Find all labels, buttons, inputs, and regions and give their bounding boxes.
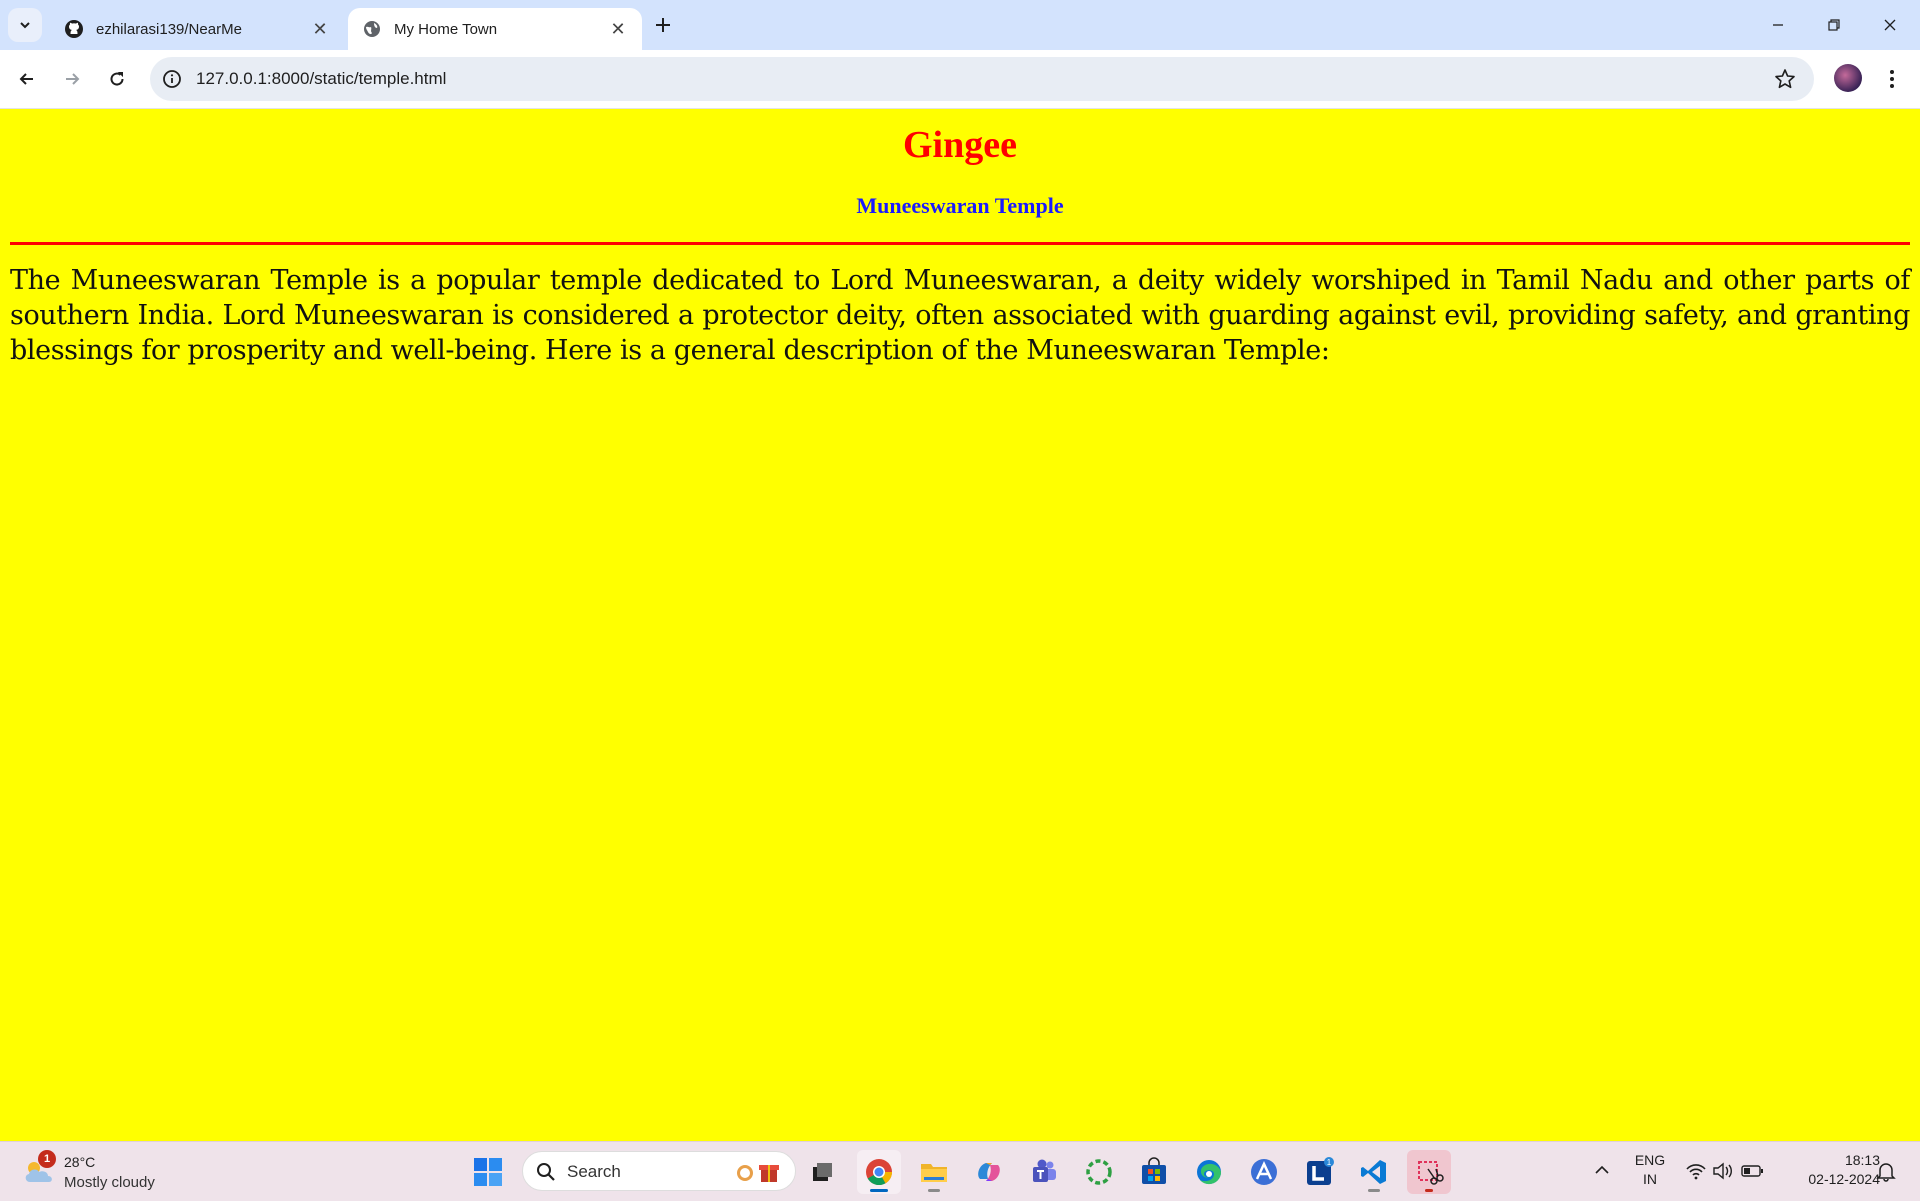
bookmark-star-icon[interactable]	[1774, 68, 1796, 90]
volume-icon	[1713, 1162, 1732, 1180]
chrome-icon	[866, 1159, 893, 1186]
search-label: Search	[567, 1162, 621, 1181]
arrow-right-icon	[66, 73, 80, 85]
weather-widget[interactable]: 1 28°C Mostly cloudy	[22, 1150, 172, 1194]
wifi-icon	[1686, 1164, 1706, 1180]
browser-toolbar: 127.0.0.1:8000/static/temple.html	[0, 50, 1920, 109]
task-view-button[interactable]	[800, 1150, 844, 1194]
loader-app-icon	[1086, 1159, 1112, 1185]
tab-search-button[interactable]	[8, 8, 42, 42]
microsoft-store-button[interactable]	[1132, 1150, 1176, 1194]
globe-icon	[362, 19, 382, 39]
task-view-icon	[813, 1163, 832, 1181]
active-indicator	[1425, 1189, 1433, 1192]
app-l-button[interactable]: 1	[1297, 1150, 1341, 1194]
tab-title: ezhilarasi139/NearMe	[96, 20, 242, 38]
weather-temperature: 28°C	[64, 1154, 96, 1170]
description-paragraph: The Muneeswaran Temple is a popular temp…	[10, 265, 1910, 366]
tab-github[interactable]: ezhilarasi139/NearMe ✕	[50, 8, 344, 50]
running-indicator	[928, 1189, 940, 1192]
new-tab-button[interactable]	[650, 12, 676, 38]
taskbar-search[interactable]: Search	[522, 1151, 796, 1191]
tab-my-home-town[interactable]: My Home Town ✕	[348, 8, 642, 50]
system-clock[interactable]: 18:13 02-12-2024	[1780, 1151, 1880, 1189]
url-text[interactable]: 127.0.0.1:8000/static/temple.html	[196, 69, 446, 89]
profile-avatar[interactable]	[1834, 64, 1862, 92]
weather-badge: 1	[38, 1150, 56, 1168]
taskbar: 1 28°C Mostly cloudy Search 1 ENG IN 18:…	[0, 1141, 1920, 1201]
forward-button[interactable]	[55, 62, 89, 96]
battery-icon	[1741, 1165, 1763, 1177]
page-title: Gingee	[903, 124, 1017, 166]
language-line-1: ENG	[1634, 1152, 1666, 1168]
close-icon[interactable]: ✕	[310, 19, 330, 39]
github-icon	[64, 19, 84, 39]
vscode-button[interactable]	[1352, 1150, 1396, 1194]
reload-button[interactable]	[100, 62, 134, 96]
copilot-button[interactable]	[967, 1150, 1011, 1194]
teams-icon	[1033, 1159, 1056, 1182]
file-explorer-icon	[921, 1164, 947, 1182]
language-indicator[interactable]: ENG IN	[1630, 1151, 1670, 1189]
chevron-up-icon[interactable]	[1592, 1160, 1612, 1180]
app-l-icon: 1	[1307, 1157, 1334, 1185]
running-indicator	[1368, 1189, 1380, 1192]
snipping-tool-button[interactable]	[1407, 1150, 1451, 1194]
snipping-tool-icon	[1418, 1161, 1444, 1185]
clock-time: 18:13	[1844, 1152, 1880, 1168]
minimize-button[interactable]	[1750, 0, 1806, 50]
restore-icon	[1828, 19, 1840, 31]
search-highlight-icon	[737, 1165, 779, 1182]
active-indicator	[870, 1189, 888, 1192]
plus-icon	[656, 18, 670, 32]
app-a-button[interactable]	[1242, 1150, 1286, 1194]
minimize-icon	[1773, 24, 1783, 26]
edge-icon	[1197, 1160, 1222, 1185]
more-menu-icon[interactable]	[1882, 64, 1902, 94]
svg-text:1: 1	[1327, 1158, 1332, 1167]
system-tray[interactable]	[1684, 1160, 1774, 1182]
file-explorer-button[interactable]	[912, 1150, 956, 1194]
restore-button[interactable]	[1806, 0, 1862, 50]
notification-bell-icon[interactable]	[1876, 1160, 1896, 1182]
page-subtitle: Muneeswaran Temple	[856, 193, 1064, 218]
close-window-button[interactable]	[1862, 0, 1918, 50]
app-a-icon	[1251, 1159, 1277, 1185]
tab-strip: ezhilarasi139/NearMe ✕ My Home Town ✕	[0, 0, 1920, 50]
vscode-icon	[1361, 1160, 1386, 1184]
windows-start-icon[interactable]	[472, 1156, 504, 1188]
loader-app-button[interactable]	[1077, 1150, 1121, 1194]
address-bar[interactable]: 127.0.0.1:8000/static/temple.html	[150, 57, 1814, 101]
arrow-left-icon	[19, 73, 33, 85]
language-line-2: IN	[1643, 1171, 1657, 1187]
clock-date: 02-12-2024	[1808, 1171, 1880, 1187]
info-icon[interactable]	[162, 69, 182, 89]
close-icon[interactable]: ✕	[608, 19, 628, 39]
search-icon	[537, 1163, 555, 1181]
reload-icon	[110, 72, 124, 86]
close-icon	[1884, 19, 1896, 31]
horizontal-rule	[10, 242, 1910, 245]
chrome-taskbar-button[interactable]	[857, 1150, 901, 1194]
edge-button[interactable]	[1187, 1150, 1231, 1194]
tab-title: My Home Town	[394, 20, 498, 38]
weather-condition: Mostly cloudy	[64, 1174, 155, 1191]
back-button[interactable]	[10, 62, 44, 96]
teams-button[interactable]	[1022, 1150, 1066, 1194]
microsoft-store-icon	[1142, 1157, 1166, 1184]
chevron-down-icon	[20, 22, 30, 29]
web-page: Gingee Muneeswaran Temple The Muneeswara…	[0, 109, 1920, 1141]
copilot-icon	[978, 1163, 1000, 1181]
